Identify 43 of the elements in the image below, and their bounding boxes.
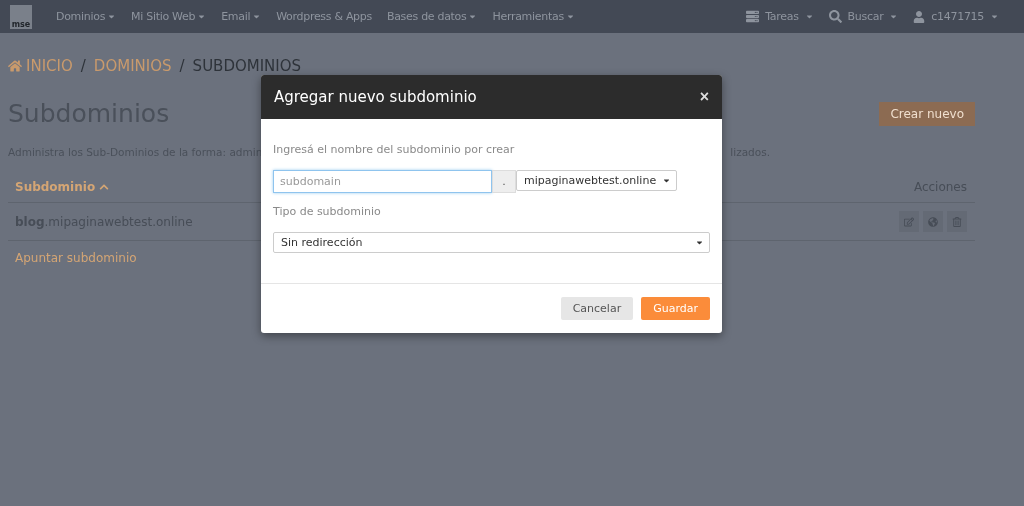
- type-select[interactable]: Sin redirección: [273, 232, 710, 253]
- caret-icon: [889, 12, 899, 21]
- save-button[interactable]: Guardar: [641, 297, 710, 320]
- edit-button[interactable]: [899, 211, 919, 232]
- breadcrumb-current-text: SUBDOMINIOS: [192, 57, 302, 75]
- nav-menu-item[interactable]: Buscar: [828, 10, 899, 23]
- nav-menu-item[interactable]: Wordpress & Apps: [276, 10, 372, 23]
- edit-icon: [904, 216, 914, 227]
- home-icon: [8, 59, 22, 73]
- nav-menu-item[interactable]: Email: [221, 10, 262, 23]
- breadcrumb-separator: /: [179, 57, 185, 75]
- breadcrumb-link[interactable]: DOMINIOS: [93, 57, 172, 75]
- globe-icon: [928, 216, 938, 227]
- caret-icon: [695, 238, 704, 247]
- caret-icon: [804, 12, 814, 21]
- server-icon: [746, 10, 760, 23]
- trash-icon: [952, 216, 962, 227]
- nav-menu-item[interactable]: Dominios: [56, 10, 117, 23]
- modal-title: Agregar nuevo subdominio: [274, 88, 477, 106]
- logo[interactable]: mse: [10, 4, 32, 29]
- nav-menu-item[interactable]: Tareas: [746, 10, 814, 23]
- nav-menu-item[interactable]: c1471715: [913, 10, 999, 23]
- breadcrumb-separator: /: [80, 57, 86, 75]
- caret-icon: [990, 12, 999, 21]
- dot-addon: .: [492, 170, 516, 193]
- domain-select[interactable]: mipaginawebtest.online: [516, 170, 678, 191]
- sort-icon: [99, 182, 110, 192]
- field-label: Tipo de subdominio: [273, 205, 382, 218]
- subdomain-input[interactable]: subdomain: [273, 170, 492, 193]
- user-icon: [913, 10, 926, 23]
- breadcrumb-link[interactable]: INICIO: [8, 57, 73, 75]
- field-label: Ingresá el nombre del subdominio por crear: [273, 143, 516, 156]
- globe-button[interactable]: [923, 211, 943, 232]
- nav-menu-item[interactable]: Herramientas: [492, 10, 575, 23]
- delete-button[interactable]: [947, 211, 967, 232]
- create-button[interactable]: Crear nuevo: [879, 101, 975, 126]
- nav-menu-item[interactable]: Mi Sitio Web: [131, 10, 207, 23]
- close-button[interactable]: ×: [699, 88, 709, 106]
- search-icon: [828, 10, 842, 23]
- nav-menu-item[interactable]: Bases de datos: [386, 10, 478, 23]
- caret-icon: [662, 176, 672, 185]
- column-header[interactable]: Subdominio: [15, 180, 110, 194]
- cancel-button[interactable]: Cancelar: [560, 297, 634, 320]
